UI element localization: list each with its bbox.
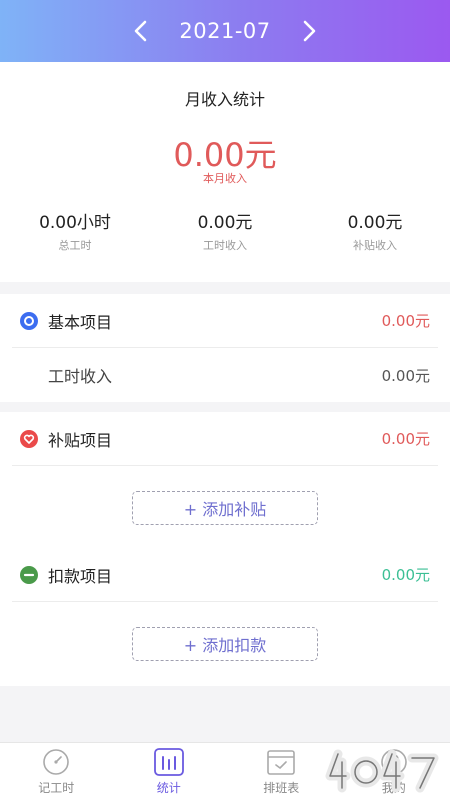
stat-total-hours: 0.00小时 总工时	[0, 208, 150, 253]
summary-stats: 0.00小时 总工时 0.00元 工时收入 0.00元 补贴收入	[0, 208, 450, 253]
summary-title: 月收入统计	[184, 90, 265, 109]
bar-chart-icon	[153, 748, 184, 776]
allowance-items-title: 补贴项目	[48, 430, 113, 450]
circle-dot-icon	[20, 311, 38, 330]
next-month-button[interactable]	[289, 11, 329, 51]
tab-schedule[interactable]: 排班表	[225, 743, 338, 800]
tab-label: 统计	[156, 781, 181, 795]
add-allowance-button[interactable]: + 添加补贴	[132, 491, 318, 525]
clock-icon	[43, 749, 70, 775]
tab-statistics[interactable]: 统计	[113, 743, 226, 800]
stat-label: 总工时	[58, 239, 92, 252]
chevron-right-icon	[303, 20, 315, 42]
chevron-left-icon	[135, 20, 147, 42]
income-summary: 月收入统计 0.00元 本月收入 0.00小时 总工时 0.00元 工时收入 0…	[0, 62, 450, 282]
tab-label: 记工时	[38, 781, 75, 795]
stat-value: 0.00小时	[39, 213, 111, 233]
deduction-items-amount: 0.00元	[381, 566, 430, 584]
add-deduction-button[interactable]: + 添加扣款	[132, 627, 318, 661]
deduction-items-header[interactable]: 扣款项目 0.00元	[12, 548, 438, 602]
basic-items-header[interactable]: 基本项目 0.00元	[12, 294, 438, 348]
tab-record-hours[interactable]: 记工时	[0, 743, 113, 800]
calendar-check-icon	[267, 750, 296, 775]
deduction-items-title: 扣款项目	[48, 566, 113, 586]
deduction-items-card: 扣款项目 0.00元 + 添加扣款	[0, 548, 450, 686]
current-month[interactable]: 2021-07	[179, 19, 270, 43]
watermark-logo	[325, 749, 439, 793]
allowance-items-amount: 0.00元	[381, 430, 430, 448]
stat-allowance-income: 0.00元 补贴收入	[300, 208, 450, 253]
basic-items-amount: 0.00元	[381, 312, 430, 330]
hour-income-row[interactable]: 工时收入 0.00元	[12, 348, 438, 402]
heart-icon	[20, 429, 38, 448]
month-header: 2021-07	[0, 0, 450, 62]
prev-month-button[interactable]	[121, 11, 161, 51]
add-deduction-row: + 添加扣款	[0, 602, 450, 686]
monthly-income-label: 本月收入	[203, 172, 247, 185]
stat-label: 工时收入	[203, 239, 247, 252]
allowance-items-header[interactable]: 补贴项目 0.00元	[12, 412, 438, 466]
allowance-items-card: 补贴项目 0.00元 + 添加补贴	[0, 412, 450, 550]
hour-income-amount: 0.00元	[381, 366, 430, 385]
stat-value: 0.00元	[197, 213, 253, 233]
stat-value: 0.00元	[347, 213, 403, 233]
add-allowance-row: + 添加补贴	[0, 466, 450, 550]
hour-income-label: 工时收入	[48, 367, 113, 386]
tab-label: 排班表	[263, 781, 300, 795]
minus-circle-icon	[20, 565, 38, 584]
stat-hour-income: 0.00元 工时收入	[150, 208, 300, 253]
basic-items-card: 基本项目 0.00元 工时收入 0.00元	[0, 294, 450, 402]
stat-label: 补贴收入	[353, 239, 397, 252]
basic-items-title: 基本项目	[48, 312, 113, 332]
